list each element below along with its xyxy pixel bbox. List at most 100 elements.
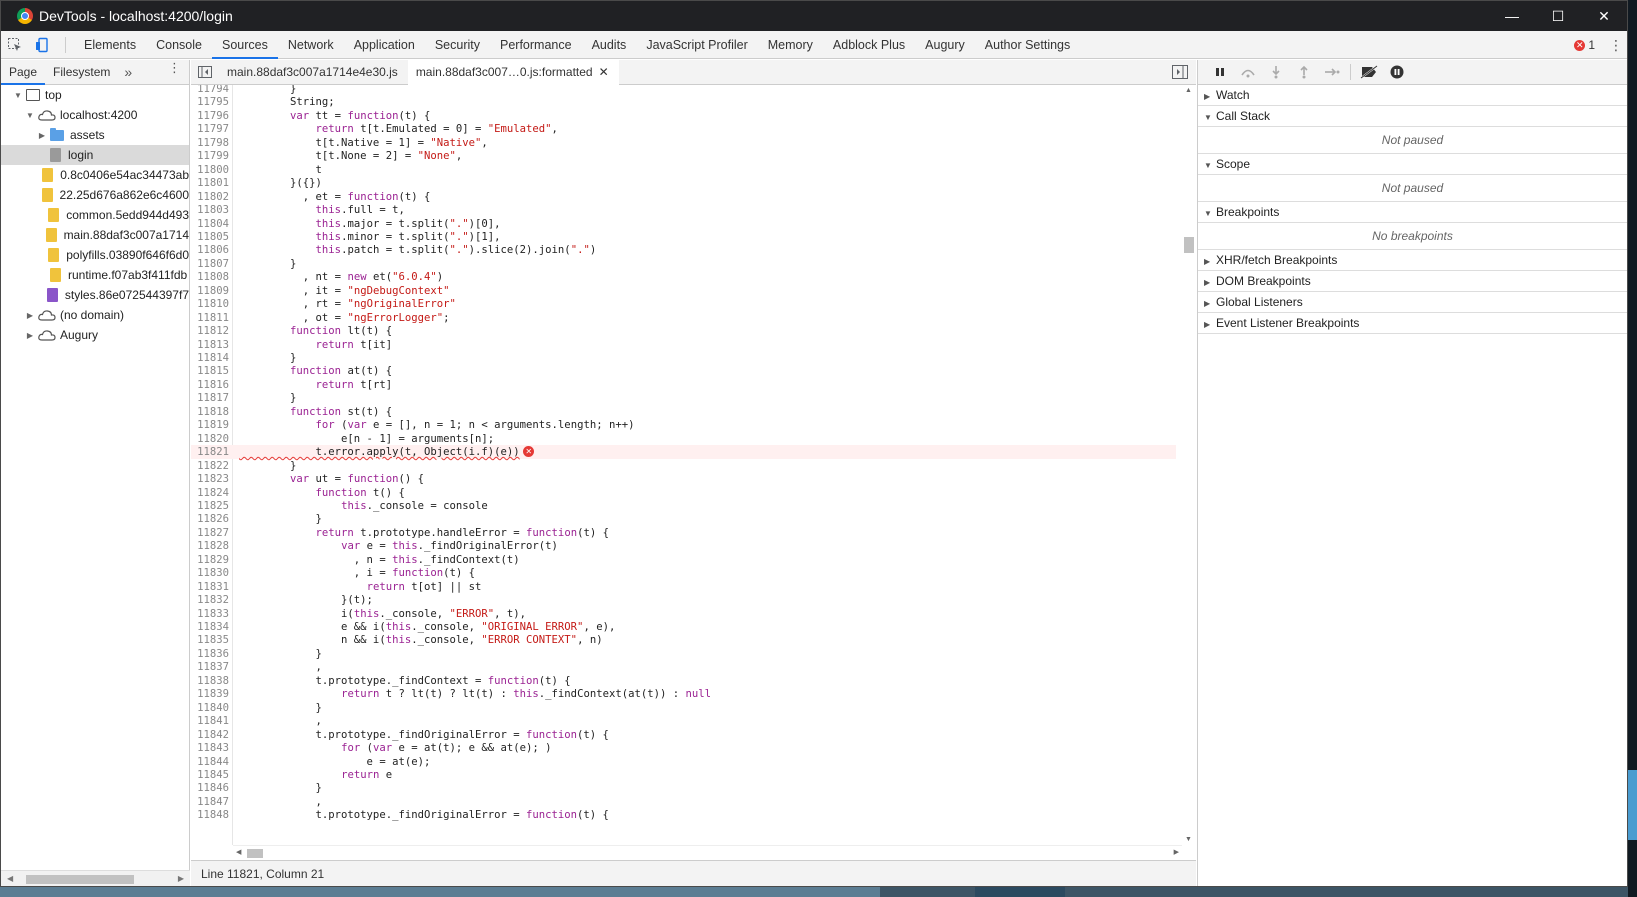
pane-breakpoints[interactable]: ▼ Breakpoints (1198, 202, 1627, 223)
tab-console[interactable]: Console (146, 31, 212, 59)
line-number[interactable]: 11832 (191, 593, 229, 607)
line-number[interactable]: 11845 (191, 768, 229, 782)
tab-application[interactable]: Application (344, 31, 425, 59)
minimize-button[interactable]: — (1489, 1, 1535, 31)
tree-item[interactable]: 0.8c0406e54ac34473ab (1, 165, 189, 185)
tab-javascript-profiler[interactable]: JavaScript Profiler (636, 31, 757, 59)
line-number[interactable]: 11816 (191, 378, 229, 392)
collapsed-triangle-icon[interactable]: ▶ (25, 311, 35, 320)
inline-error-icon[interactable]: ✕ (523, 446, 535, 458)
tree-item[interactable]: ▶ Augury (1, 325, 189, 345)
tab-augury[interactable]: Augury (915, 31, 975, 59)
line-number[interactable]: 11825 (191, 499, 229, 513)
device-toolbar-icon[interactable] (29, 31, 57, 59)
line-number[interactable]: 11819 (191, 418, 229, 432)
line-number[interactable]: 11798 (191, 136, 229, 150)
line-number[interactable]: 11797 (191, 122, 229, 136)
navigator-menu-icon[interactable]: ⋮ (168, 61, 181, 74)
line-number[interactable]: 11842 (191, 728, 229, 742)
line-number[interactable]: 11838 (191, 674, 229, 688)
toggle-navigator-icon[interactable] (191, 60, 219, 85)
line-number[interactable]: 11803 (191, 203, 229, 217)
tab-performance[interactable]: Performance (490, 31, 582, 59)
collapsed-triangle-icon[interactable]: ▶ (37, 131, 47, 140)
tree-item[interactable]: 22.25d676a862e6c4600 (1, 185, 189, 205)
line-number[interactable]: 11801 (191, 176, 229, 190)
maximize-button[interactable]: ☐ (1535, 1, 1581, 31)
tab-author-settings[interactable]: Author Settings (975, 31, 1080, 59)
tab-page[interactable]: Page (1, 60, 46, 85)
tree-item[interactable]: main.88daf3c007a1714 (1, 225, 189, 245)
line-number[interactable]: 11800 (191, 163, 229, 177)
tree-item[interactable]: ▶ assets (1, 125, 189, 145)
tab-elements[interactable]: Elements (74, 31, 146, 59)
close-window-button[interactable]: ✕ (1581, 1, 1627, 31)
line-number[interactable]: 11808 (191, 270, 229, 284)
tree-item[interactable]: polyfills.03890f646f6d0 (1, 245, 189, 265)
line-number[interactable]: 11824 (191, 486, 229, 500)
line-number[interactable]: 11794 (191, 85, 229, 96)
pane-dom-breakpoints[interactable]: ▶ DOM Breakpoints (1198, 271, 1627, 292)
line-number[interactable]: 11828 (191, 539, 229, 553)
line-number[interactable]: 11841 (191, 714, 229, 728)
tab-sources[interactable]: Sources (211, 31, 278, 59)
expanded-triangle-icon[interactable]: ▼ (13, 91, 23, 100)
pane-scope[interactable]: ▼ Scope (1198, 154, 1627, 175)
tree-item[interactable]: login (1, 145, 189, 165)
line-number[interactable]: 11843 (191, 741, 229, 755)
line-number[interactable]: 11807 (191, 257, 229, 271)
line-number[interactable]: 11844 (191, 755, 229, 769)
line-number[interactable]: 11826 (191, 512, 229, 526)
line-number[interactable]: 11795 (191, 95, 229, 109)
line-number[interactable]: 11815 (191, 364, 229, 378)
line-number[interactable]: 11831 (191, 580, 229, 594)
editor-horizontal-scrollbar[interactable]: ◀ ▶ (233, 845, 1182, 859)
error-counter[interactable]: ✕ 1 (1574, 38, 1595, 52)
tree-item[interactable]: ▼ localhost:4200 (1, 105, 189, 125)
pause-on-exceptions-icon[interactable] (1383, 60, 1411, 85)
editor-tab-main-formatted[interactable]: main.88daf3c007…0.js:formatted ✕ (407, 59, 619, 85)
line-number[interactable]: 11813 (191, 338, 229, 352)
code-area[interactable]: 11794 } 11795 String; 11796 var tt = funct… (191, 85, 1196, 845)
line-number[interactable]: 11834 (191, 620, 229, 634)
line-number[interactable]: 11837 (191, 660, 229, 674)
step-icon[interactable] (1318, 60, 1346, 85)
line-number[interactable]: 11839 (191, 687, 229, 701)
line-number[interactable]: 11833 (191, 607, 229, 621)
line-number[interactable]: 11817 (191, 391, 229, 405)
close-tab-icon[interactable]: ✕ (599, 65, 609, 79)
line-number[interactable]: 11820 (191, 432, 229, 446)
tab-security[interactable]: Security (425, 31, 490, 59)
line-number[interactable]: 11822 (191, 459, 229, 473)
line-number[interactable]: 11799 (191, 149, 229, 163)
line-number[interactable]: 11836 (191, 647, 229, 661)
customize-menu-icon[interactable]: ⋮ (1609, 38, 1623, 52)
step-out-icon[interactable] (1290, 60, 1318, 85)
line-number[interactable]: 11796 (191, 109, 229, 123)
pane-event-listener-breakpoints[interactable]: ▶ Event Listener Breakpoints (1198, 313, 1627, 334)
line-number[interactable]: 11814 (191, 351, 229, 365)
pause-icon[interactable] (1206, 60, 1234, 85)
line-number[interactable]: 11810 (191, 297, 229, 311)
line-number[interactable]: 11809 (191, 284, 229, 298)
tree-item[interactable]: runtime.f07ab3f411fdb (1, 265, 189, 285)
tree-item[interactable]: common.5edd944d493 (1, 205, 189, 225)
deactivate-breakpoints-icon[interactable] (1355, 60, 1383, 85)
line-number[interactable]: 11823 (191, 472, 229, 486)
line-number[interactable]: 11840 (191, 701, 229, 715)
pane-call-stack[interactable]: ▼ Call Stack (1198, 106, 1627, 127)
tab-audits[interactable]: Audits (582, 31, 637, 59)
line-number[interactable]: 11812 (191, 324, 229, 338)
line-number[interactable]: 11848 (191, 808, 229, 822)
navigator-scrollbar[interactable]: ◀ ▶ (1, 870, 190, 886)
line-number[interactable]: 11846 (191, 781, 229, 795)
line-number[interactable]: 11802 (191, 190, 229, 204)
inspect-element-icon[interactable] (1, 31, 29, 59)
tree-item[interactable]: styles.86e072544397f7 (1, 285, 189, 305)
editor-vertical-scrollbar[interactable]: ▲ ▼ (1182, 85, 1196, 845)
tab-filesystem[interactable]: Filesystem (45, 60, 118, 85)
line-number[interactable]: 11818 (191, 405, 229, 419)
collapsed-triangle-icon[interactable]: ▶ (25, 331, 35, 340)
line-number[interactable]: 11847 (191, 795, 229, 809)
tab-memory[interactable]: Memory (758, 31, 823, 59)
